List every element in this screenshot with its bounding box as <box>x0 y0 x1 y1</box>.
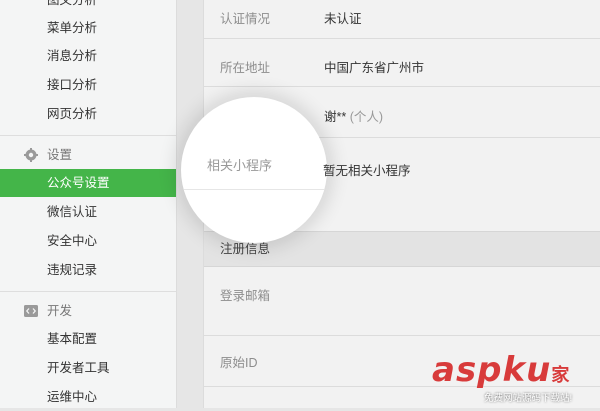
sidebar-item-menu-analysis[interactable]: 菜单分析 <box>0 14 176 42</box>
magnifier-divider <box>181 189 327 190</box>
watermark-text: aspku家 <box>432 350 571 390</box>
sidebar-item-account-settings[interactable]: 公众号设置 <box>0 169 176 197</box>
sidebar-item-wechat-verify[interactable]: 微信认证 <box>0 198 176 226</box>
sidebar: 图文分析 菜单分析 消息分析 接口分析 网页分析 设置 公众号设置 微信认证 安… <box>0 0 177 408</box>
info-row-verification: 认证情况 未认证 <box>204 0 600 39</box>
magnifier-spotlight: 相关小程序 <box>181 97 327 243</box>
sidebar-item-label: 公众号设置 <box>47 176 110 190</box>
sidebar-section-label: 设置 <box>47 148 73 162</box>
sidebar-section-dev: 开发 <box>0 297 176 325</box>
sidebar-item-api-analysis[interactable]: 接口分析 <box>0 71 176 99</box>
info-value: 未认证 <box>324 12 362 26</box>
sidebar-item-label: 基本配置 <box>47 332 98 346</box>
info-value: 中国广东省广州市 <box>324 61 425 75</box>
sidebar-item-label: 网页分析 <box>47 107 98 121</box>
watermark-logo: aspku家 免费网站源码下载站! <box>432 350 600 408</box>
sidebar-item-ops-center[interactable]: 运维中心 <box>0 383 176 411</box>
info-row-address: 所在地址 中国广东省广州市 <box>204 39 600 87</box>
sidebar-divider <box>0 291 176 292</box>
info-key: 登录邮箱 <box>220 289 271 303</box>
sidebar-item-graphic-analysis[interactable]: 图文分析 <box>0 0 176 14</box>
sidebar-section-settings: 设置 <box>0 141 176 169</box>
watermark-subtext: 免费网站源码下载站! <box>484 393 573 404</box>
info-note: (个人) <box>349 110 384 124</box>
gear-icon <box>24 148 38 162</box>
sidebar-item-web-analysis[interactable]: 网页分析 <box>0 100 176 128</box>
sidebar-divider <box>0 135 176 136</box>
sidebar-item-dev-tools[interactable]: 开发者工具 <box>0 354 176 382</box>
info-key: 原始ID <box>220 356 258 370</box>
info-value: 谢** (个人) <box>324 110 384 124</box>
info-key: 认证情况 <box>220 12 271 26</box>
info-value-mini-program: 暂无相关小程序 <box>323 164 411 178</box>
sidebar-item-label: 接口分析 <box>47 78 98 92</box>
sidebar-section-label: 开发 <box>47 304 73 318</box>
code-icon <box>24 305 38 317</box>
sidebar-item-security-center[interactable]: 安全中心 <box>0 227 176 255</box>
info-key-mini-program: 相关小程序 <box>207 158 273 173</box>
sidebar-item-label: 安全中心 <box>47 234 98 248</box>
sidebar-item-label: 开发者工具 <box>47 361 110 375</box>
sidebar-item-label: 违规记录 <box>47 263 98 277</box>
info-row-login-email: 登录邮箱 <box>204 267 600 336</box>
sidebar-item-label: 消息分析 <box>47 49 98 63</box>
sidebar-item-violation-records[interactable]: 违规记录 <box>0 256 176 284</box>
info-key: 所在地址 <box>220 61 271 75</box>
sidebar-item-label: 图文分析 <box>47 0 98 7</box>
sidebar-item-label: 运维中心 <box>47 390 98 404</box>
sidebar-item-label: 微信认证 <box>47 205 98 219</box>
sidebar-item-basic-config[interactable]: 基本配置 <box>0 325 176 353</box>
sidebar-item-label: 菜单分析 <box>47 21 98 35</box>
sidebar-item-message-analysis[interactable]: 消息分析 <box>0 42 176 70</box>
